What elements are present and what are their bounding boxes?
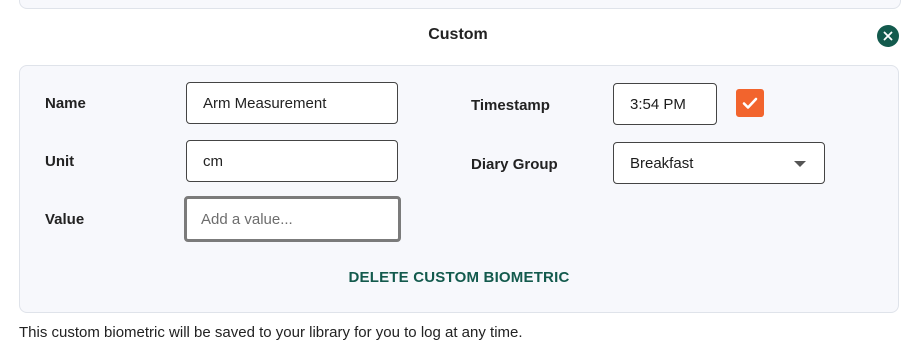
dialog-title: Custom xyxy=(428,26,488,43)
name-label: Name xyxy=(45,95,86,112)
diary-group-label: Diary Group xyxy=(471,156,558,173)
checkmark-icon xyxy=(742,97,758,109)
name-input[interactable] xyxy=(186,82,398,124)
close-icon xyxy=(883,31,893,41)
close-button[interactable] xyxy=(877,25,899,47)
value-label: Value xyxy=(45,211,85,228)
value-input[interactable] xyxy=(184,196,401,242)
unit-label: Unit xyxy=(45,153,75,170)
unit-input[interactable] xyxy=(186,140,398,182)
timestamp-label: Timestamp xyxy=(471,97,550,114)
save-note: This custom biometric will be saved to y… xyxy=(19,324,523,341)
timestamp-checkbox[interactable] xyxy=(736,89,764,117)
diary-group-select[interactable]: Breakfast xyxy=(613,142,825,184)
timestamp-input[interactable]: 3:54 PM xyxy=(613,83,717,125)
custom-biometric-form: Name Unit Value Timestamp 3:54 PM Diary … xyxy=(19,65,899,313)
previous-card xyxy=(19,0,901,9)
chevron-down-icon xyxy=(794,161,806,167)
timestamp-value: 3:54 PM xyxy=(630,95,686,113)
delete-custom-biometric-button[interactable]: DELETE CUSTOM BIOMETRIC xyxy=(20,269,898,286)
diary-group-value: Breakfast xyxy=(630,154,694,172)
